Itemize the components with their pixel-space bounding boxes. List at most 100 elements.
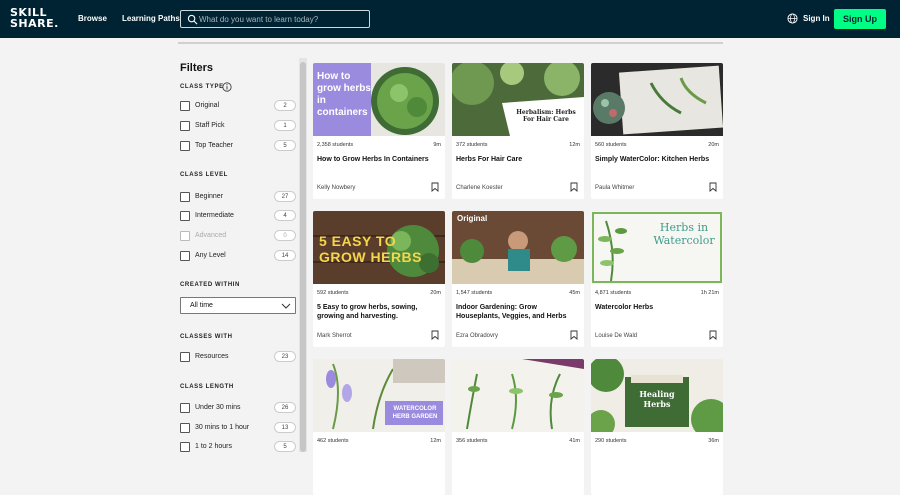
search-icon (187, 14, 198, 25)
skillshare-logo[interactable]: SKILL SHARE. (10, 7, 62, 29)
class-card[interactable]: Herbalism: Herbs For Hair Care 372 stude… (452, 63, 584, 199)
search-input[interactable] (199, 12, 367, 26)
created-within-select[interactable]: All time (180, 297, 296, 314)
class-title[interactable]: 5 Easy to grow herbs, sowing, growing an… (317, 303, 441, 321)
teacher-name[interactable]: Charlene Koester (456, 185, 503, 191)
teacher-name[interactable]: Mark Sherrot (317, 333, 352, 339)
bookmark-icon[interactable] (570, 330, 578, 340)
class-thumbnail[interactable]: Herbalism: Herbs For Hair Care (452, 63, 584, 136)
filters-title: Filters (180, 62, 214, 74)
class-duration: 36m (708, 438, 719, 444)
class-title[interactable]: Watercolor Herbs (595, 303, 719, 312)
teacher-name[interactable]: Louise De Wald (595, 333, 637, 339)
thumbnail-title: Herbs in Watercolor (653, 221, 715, 247)
class-thumbnail[interactable] (591, 63, 723, 136)
student-count: 4,871 students (595, 290, 632, 296)
teacher-name[interactable]: Paula Whitmer (595, 185, 634, 191)
bookmark-icon[interactable] (709, 330, 717, 340)
checkbox[interactable] (180, 352, 190, 362)
teacher-name[interactable]: Ezra Obradovry (456, 333, 498, 339)
filter-1-to-2[interactable]: 1 to 2 hours 5 (180, 441, 298, 454)
class-card[interactable]: 356 students 41m (452, 359, 584, 495)
filter-original[interactable]: Original 2 (180, 100, 298, 113)
student-count: 2,358 students (317, 142, 354, 148)
student-count: 1,547 students (456, 290, 493, 296)
top-nav: SKILL SHARE. Browse Learning Paths Sign … (0, 0, 900, 38)
checkbox[interactable] (180, 251, 190, 261)
thumbnail-title: 5 EASY TO GROW HERBS (319, 233, 422, 265)
class-card[interactable]: Original 1,547 students 45m Indoor Garden… (452, 211, 584, 347)
class-thumbnail[interactable]: Healing Herbs (591, 359, 723, 432)
class-title[interactable]: Herbs For Hair Care (456, 155, 580, 164)
class-duration: 20m (430, 290, 441, 296)
class-thumbnail[interactable]: 5 EASY TO GROW HERBS (313, 211, 445, 284)
checkbox (180, 231, 190, 241)
student-count: 592 students (317, 290, 349, 296)
checkbox[interactable] (180, 141, 190, 151)
class-thumbnail[interactable]: Herbs in Watercolor (591, 211, 723, 284)
class-title[interactable]: Indoor Gardening: Grow Houseplants, Vegg… (456, 303, 580, 321)
globe-icon[interactable] (787, 13, 798, 24)
thumbnail-title: Herbalism: Herbs For Hair Care (516, 109, 576, 123)
nav-learning-paths[interactable]: Learning Paths (122, 14, 180, 23)
class-duration: 1h 21m (700, 290, 719, 296)
filter-resources[interactable]: Resources 23 (180, 351, 298, 364)
logo-line-2: SHARE. (10, 17, 59, 30)
filter-30-to-60[interactable]: 30 mins to 1 hour 13 (180, 422, 298, 435)
sign-in-link[interactable]: Sign In (803, 14, 830, 23)
class-card[interactable]: 560 students 20m Simply WaterColor: Kitch… (591, 63, 723, 199)
filter-staff-pick[interactable]: Staff Pick 1 (180, 120, 298, 133)
scrollbar-thumb[interactable] (300, 62, 306, 452)
class-length-title: CLASS LENGTH (180, 384, 234, 390)
class-title[interactable]: Simply WaterColor: Kitchen Herbs (595, 155, 719, 164)
class-level-title: CLASS LEVEL (180, 172, 228, 178)
student-count: 560 students (595, 142, 627, 148)
filter-beginner[interactable]: Beginner 27 (180, 191, 298, 204)
student-count: 372 students (456, 142, 488, 148)
class-thumbnail[interactable] (452, 359, 584, 432)
filter-intermediate[interactable]: Intermediate 4 (180, 210, 298, 223)
original-tag: Original (457, 214, 488, 223)
student-count: 462 students (317, 438, 349, 444)
sidebar-scrollbar[interactable] (299, 58, 307, 452)
bookmark-icon[interactable] (570, 182, 578, 192)
thumbnail-title: Healing Herbs (639, 389, 675, 409)
sign-up-button[interactable]: Sign Up (834, 9, 886, 29)
class-duration: 12m (430, 438, 441, 444)
nav-browse[interactable]: Browse (78, 14, 107, 23)
filter-any-level[interactable]: Any Level 14 (180, 250, 298, 263)
student-count: 356 students (456, 438, 488, 444)
class-thumbnail[interactable]: WATERCOLOR HERB GARDEN (313, 359, 445, 432)
checkbox[interactable] (180, 442, 190, 452)
thumbnail-title: WATERCOLOR HERB GARDEN (392, 406, 438, 420)
class-title[interactable]: How to Grow Herbs In Containers (317, 155, 441, 164)
class-duration: 45m (569, 290, 580, 296)
search-box[interactable] (180, 10, 370, 28)
checkbox[interactable] (180, 423, 190, 433)
checkbox[interactable] (180, 403, 190, 413)
filter-advanced: Advanced 0 (180, 230, 298, 243)
teacher-name[interactable]: Kelly Nowbery (317, 185, 355, 191)
class-card[interactable]: Herbs in Watercolor 4,871 students 1h 21m… (591, 211, 723, 347)
class-card[interactable]: 5 EASY TO GROW HERBS 592 students 20m 5 E… (313, 211, 445, 347)
filter-under-30[interactable]: Under 30 mins 26 (180, 402, 298, 415)
select-value: All time (190, 302, 213, 309)
checkbox[interactable] (180, 192, 190, 202)
class-type-title: CLASS TYPE (180, 84, 224, 90)
checkbox[interactable] (180, 121, 190, 131)
checkbox[interactable] (180, 101, 190, 111)
class-card[interactable]: WATERCOLOR HERB GARDEN 462 students 12m (313, 359, 445, 495)
class-duration: 20m (708, 142, 719, 148)
checkbox[interactable] (180, 211, 190, 221)
bookmark-icon[interactable] (709, 182, 717, 192)
class-thumbnail[interactable]: Original (452, 211, 584, 284)
info-icon[interactable] (222, 82, 232, 92)
class-card[interactable]: Healing Herbs 290 students 36m (591, 359, 723, 495)
filter-top-teacher[interactable]: Top Teacher 5 (180, 140, 298, 153)
class-thumbnail[interactable]: How to grow herbs in containers (313, 63, 445, 136)
bookmark-icon[interactable] (431, 330, 439, 340)
created-within-title: CREATED WITHIN (180, 282, 240, 288)
class-card[interactable]: How to grow herbs in containers 2,358 st… (313, 63, 445, 199)
bookmark-icon[interactable] (431, 182, 439, 192)
thumbnail-title: How to grow herbs in containers (317, 71, 371, 118)
